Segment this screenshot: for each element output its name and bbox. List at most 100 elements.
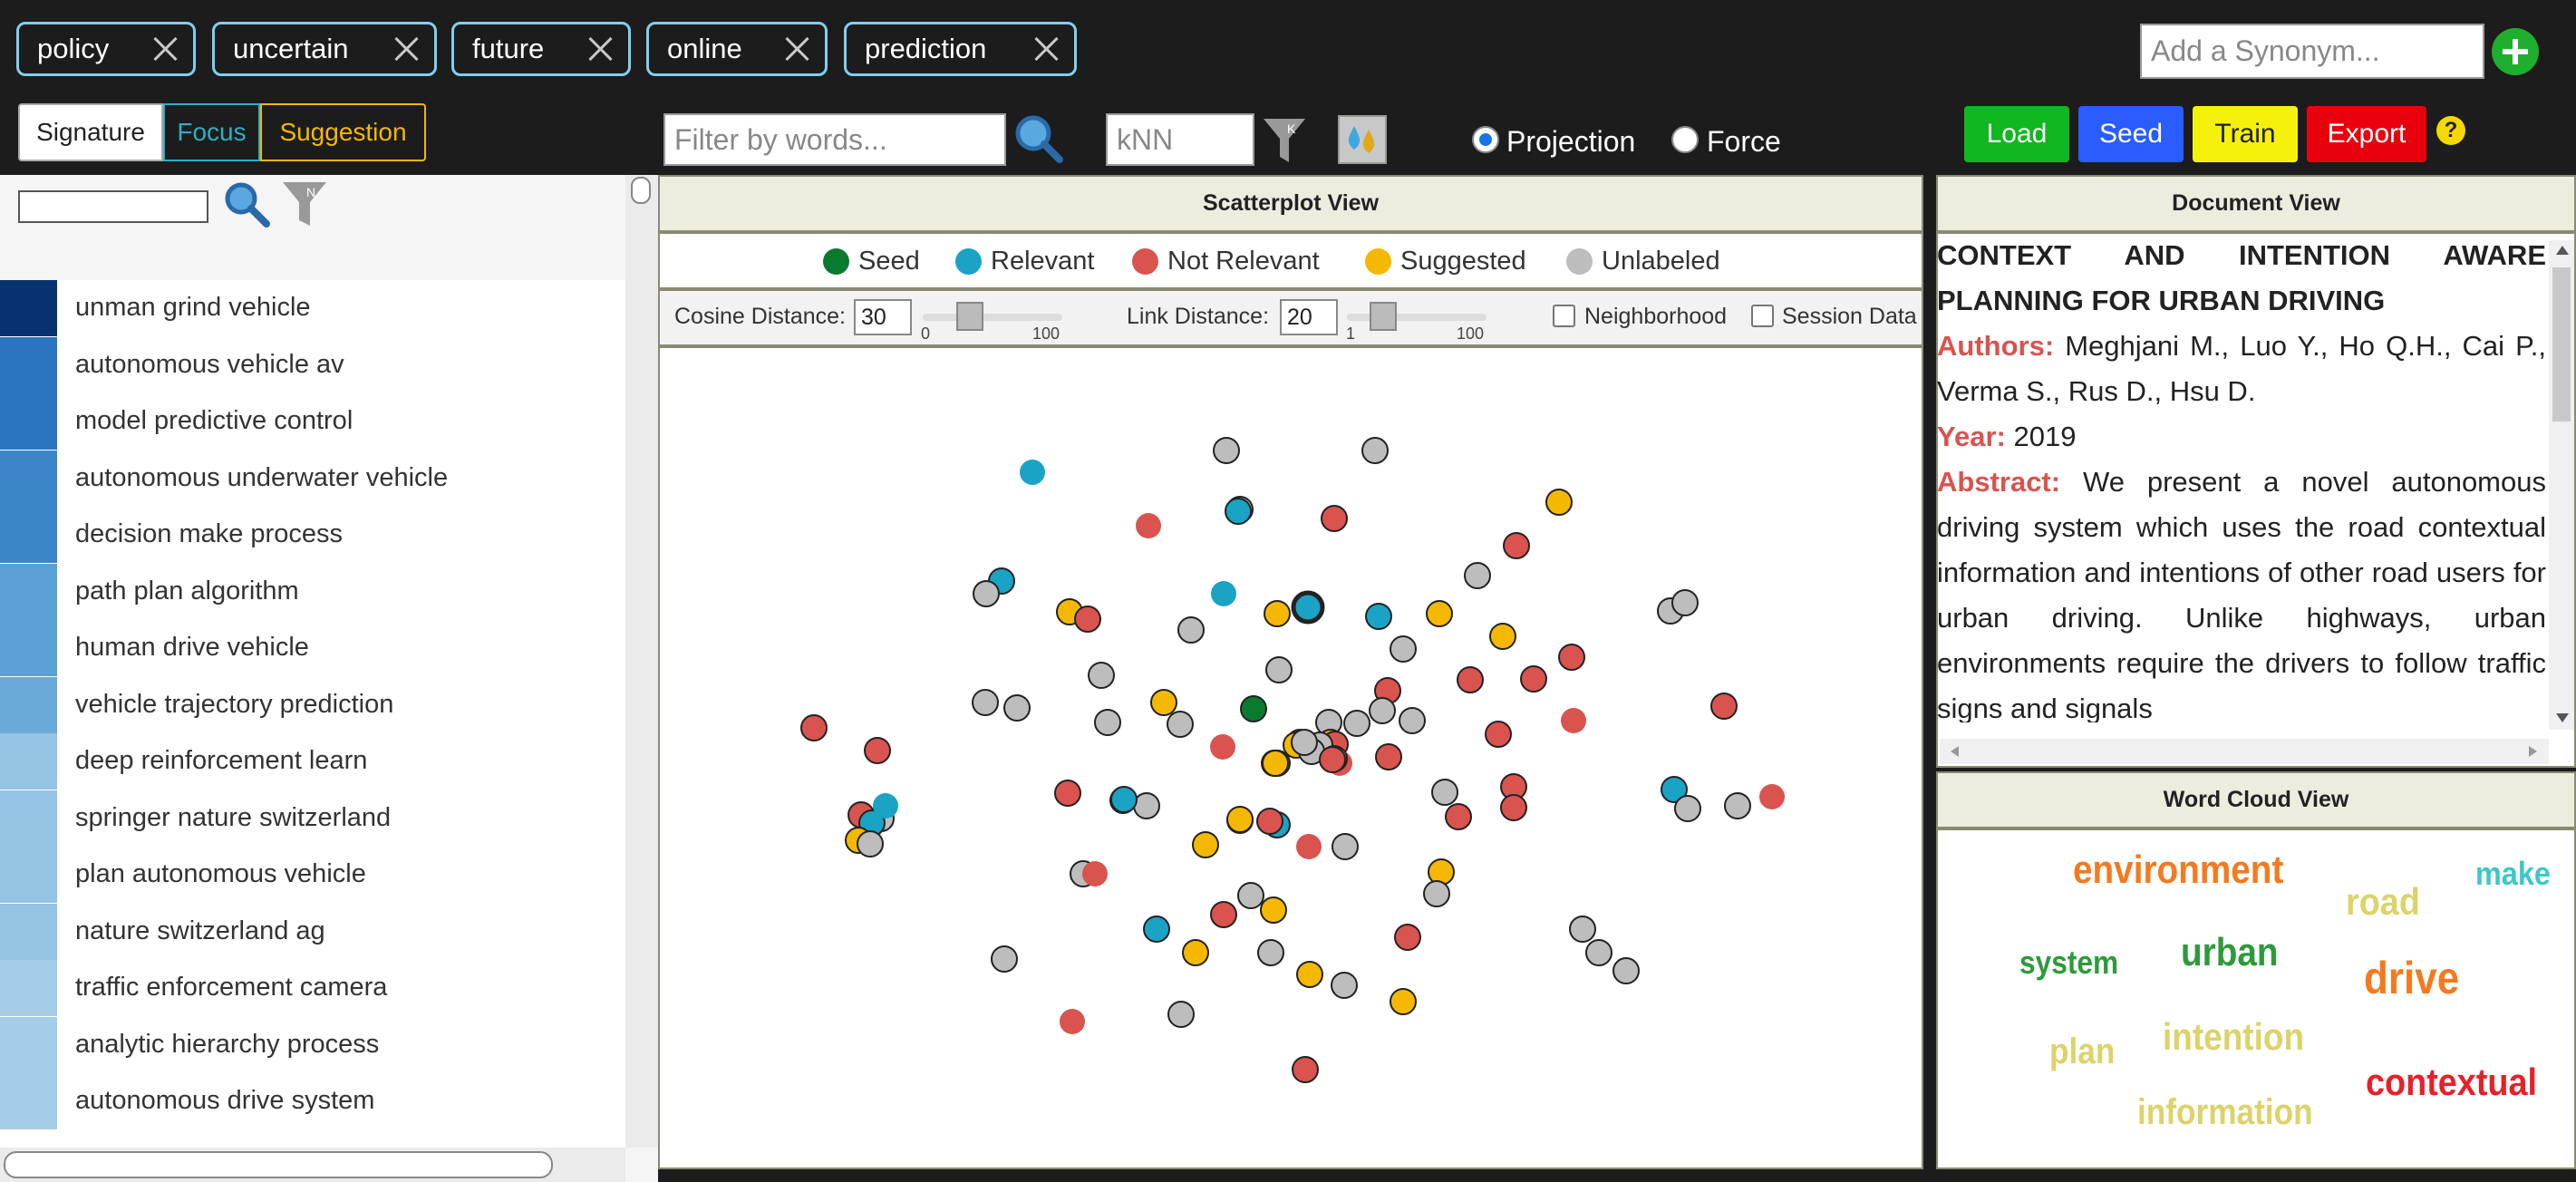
scatter-point[interactable]	[991, 945, 1018, 973]
keyword-chip-prediction[interactable]: prediction	[844, 22, 1077, 76]
scatter-point[interactable]	[1133, 792, 1160, 819]
link-distance-slider[interactable]	[1347, 302, 1487, 331]
scatter-point[interactable]	[1503, 532, 1530, 559]
color-drop-button[interactable]	[1338, 115, 1387, 164]
scatter-point[interactable]	[1445, 803, 1472, 830]
word-plan[interactable]: plan	[2049, 1032, 2115, 1072]
hscroll-thumb[interactable]	[4, 1151, 553, 1178]
cosine-distance-slider[interactable]	[923, 302, 1062, 331]
scatter-point[interactable]	[1088, 662, 1115, 689]
scatter-point[interactable]	[1177, 616, 1205, 644]
scatter-point[interactable]	[1365, 603, 1392, 630]
keyword-chip-uncertain[interactable]: uncertain	[212, 22, 437, 76]
search-icon[interactable]	[1012, 111, 1066, 166]
term-list-item[interactable]: autonomous drive system	[0, 1073, 625, 1129]
scatter-point[interactable]	[1500, 794, 1527, 821]
term-list-scrollbar[interactable]	[625, 175, 658, 1148]
scatter-point[interactable]	[1082, 861, 1108, 886]
slider-thumb[interactable]	[1369, 302, 1397, 331]
close-icon[interactable]	[781, 34, 812, 64]
keyword-chip-policy[interactable]: policy	[16, 22, 196, 76]
scatter-point[interactable]	[1759, 784, 1785, 809]
scatter-point[interactable]	[1003, 694, 1031, 722]
synonym-input[interactable]: Add a Synonym...	[2140, 24, 2484, 79]
word-information[interactable]: information	[2137, 1092, 2313, 1133]
radio-force[interactable]	[1671, 126, 1699, 153]
scatter-point[interactable]	[1296, 961, 1323, 988]
seed-button[interactable]: Seed	[2078, 106, 2184, 162]
scatter-point[interactable]	[1485, 721, 1512, 748]
scrollbar-thumb[interactable]	[2552, 267, 2571, 421]
scatter-point[interactable]	[1292, 1056, 1319, 1083]
term-list-hscroll[interactable]	[0, 1148, 625, 1182]
scatter-point[interactable]	[1332, 833, 1359, 860]
scatter-point[interactable]	[1240, 695, 1267, 722]
scatter-point[interactable]	[1724, 792, 1751, 819]
scatter-point[interactable]	[1558, 644, 1585, 671]
term-list-item[interactable]: unman grind vehicle	[0, 280, 625, 336]
scrollbar-thumb[interactable]	[631, 177, 651, 204]
keyword-chip-online[interactable]: online	[646, 22, 828, 76]
scatter-point[interactable]	[800, 714, 828, 741]
scatter-point[interactable]	[973, 580, 1000, 607]
scatter-point[interactable]	[1054, 780, 1081, 807]
scatter-point[interactable]	[1291, 729, 1318, 756]
scatter-point[interactable]	[1489, 623, 1516, 650]
scatter-point[interactable]	[1343, 710, 1370, 737]
scatter-point[interactable]	[1060, 1009, 1085, 1034]
train-button[interactable]: Train	[2193, 106, 2298, 162]
scatter-point[interactable]	[864, 737, 891, 764]
scatter-point[interactable]	[1331, 972, 1358, 999]
word-environment[interactable]: environment	[2073, 848, 2283, 893]
word-urban[interactable]: urban	[2181, 930, 2279, 975]
cosine-distance-input[interactable]: 30	[854, 299, 912, 335]
term-list-item[interactable]: nature switzerland ag	[0, 903, 625, 960]
term-list-item[interactable]: deep reinforcement learn	[0, 733, 625, 790]
scatterplot[interactable]	[660, 348, 1922, 1167]
scatter-point[interactable]	[1319, 746, 1346, 773]
term-list-item[interactable]: model predictive control	[0, 393, 625, 450]
word-road[interactable]: road	[2346, 880, 2420, 924]
session-data-checkbox[interactable]	[1751, 305, 1774, 327]
scatter-point[interactable]	[1110, 786, 1138, 813]
left-arrow-icon[interactable]	[1951, 746, 1959, 757]
scatter-point[interactable]	[1399, 707, 1426, 734]
scatter-point[interactable]	[1520, 665, 1547, 693]
scatter-point[interactable]	[1074, 606, 1101, 633]
scatter-point[interactable]	[1264, 600, 1291, 627]
term-list-item[interactable]: decision make process	[0, 507, 625, 563]
scatter-point[interactable]	[1211, 581, 1236, 606]
close-icon[interactable]	[585, 34, 615, 64]
scatter-point[interactable]	[1457, 666, 1484, 693]
knn-input[interactable]: kNN	[1106, 113, 1254, 166]
scatter-point[interactable]	[1260, 896, 1287, 924]
mode-tab-focus[interactable]: Focus	[163, 103, 260, 161]
scatter-point[interactable]	[1020, 460, 1045, 485]
close-icon[interactable]	[1031, 34, 1061, 64]
scatter-point[interactable]	[1569, 916, 1596, 943]
scatter-point[interactable]	[972, 689, 999, 716]
mode-tab-suggestion[interactable]: Suggestion	[260, 103, 426, 161]
scatter-point[interactable]	[1431, 779, 1458, 806]
scatter-point[interactable]	[1369, 697, 1396, 724]
scatter-point[interactable]	[1226, 806, 1254, 833]
scatter-point[interactable]	[1394, 924, 1421, 951]
scatter-point[interactable]	[873, 793, 898, 819]
mode-tab-signature[interactable]: Signature	[18, 103, 163, 161]
scatter-point[interactable]	[1296, 834, 1322, 859]
scatter-point[interactable]	[1182, 939, 1209, 966]
knn-filter-icon[interactable]: K	[1262, 115, 1307, 166]
term-list-item[interactable]: autonomous vehicle av	[0, 336, 625, 393]
down-arrow-icon[interactable]	[2556, 713, 2569, 722]
word-intention[interactable]: intention	[2163, 1015, 2304, 1059]
scatter-point[interactable]	[1674, 795, 1701, 822]
add-synonym-icon[interactable]	[2492, 28, 2539, 75]
scatter-point[interactable]	[1143, 916, 1170, 943]
scatter-point[interactable]	[1612, 957, 1640, 984]
scatter-point[interactable]	[1150, 689, 1177, 716]
scatter-point[interactable]	[1265, 656, 1293, 683]
scatter-point[interactable]	[1464, 562, 1491, 589]
scatter-point[interactable]	[1213, 437, 1240, 464]
scatter-point[interactable]	[1361, 437, 1389, 464]
scatter-point[interactable]	[1390, 635, 1417, 663]
